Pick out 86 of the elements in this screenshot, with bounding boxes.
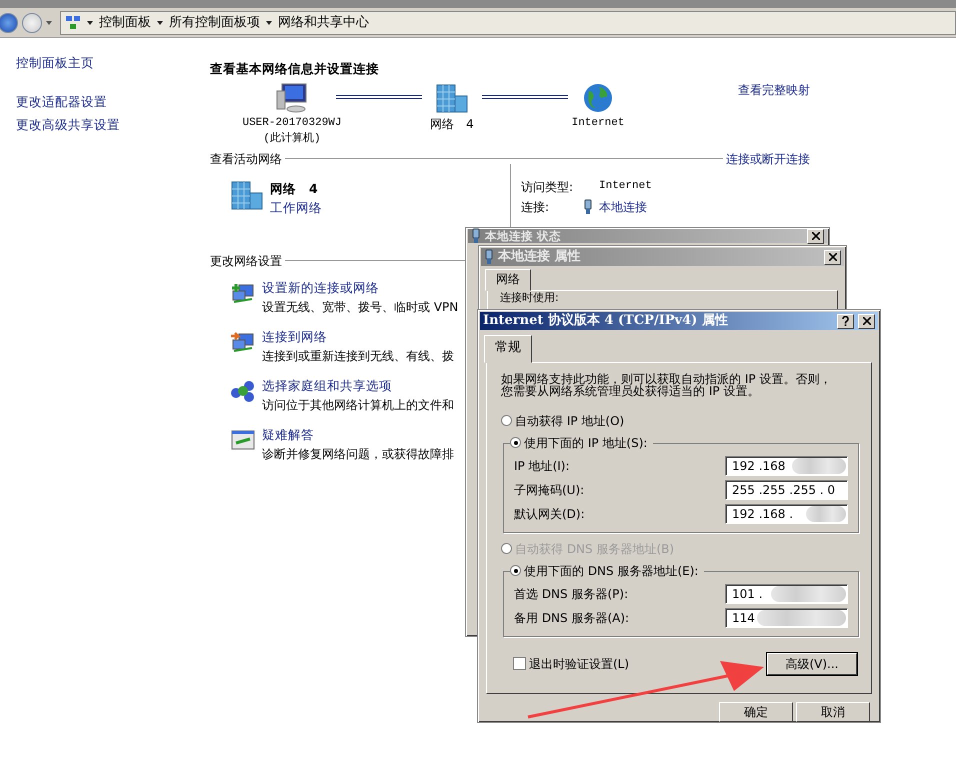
task-description: 访问位于其他网络计算机上的文件和 <box>262 396 454 414</box>
connection-link[interactable]: 本地连接 <box>599 198 647 216</box>
full-map-link[interactable]: 查看完整映射 <box>738 80 810 99</box>
breadcrumb[interactable]: 控制面板 <box>99 12 151 32</box>
radio-label[interactable]: 使用下面的 DNS 服务器地址(E): <box>524 562 698 580</box>
dialog-button[interactable]: 取消 <box>796 702 870 722</box>
sidebar-link[interactable]: 更改适配器设置 <box>16 92 210 112</box>
ip-address-field[interactable]: 192 .168 . <box>725 504 848 524</box>
close-icon <box>862 317 870 325</box>
checkbox[interactable] <box>513 657 526 670</box>
radio-button[interactable] <box>501 415 512 426</box>
network-adapter-icon <box>484 249 494 265</box>
dialog-button[interactable]: 确定 <box>719 702 793 722</box>
page-heading: 查看基本网络信息并设置连接 <box>210 60 380 78</box>
sidebar-link[interactable]: 更改高级共享设置 <box>16 116 210 134</box>
help-icon <box>842 316 849 326</box>
field-label: 子网掩码(U): <box>514 482 584 498</box>
tab[interactable]: 网络 <box>485 269 531 291</box>
ip-address-field[interactable]: 255 .255 .255 . 0 <box>725 480 848 500</box>
description-text: 如果网络支持此功能，则可以获取自动指派的 IP 设置。否则， <box>501 372 832 384</box>
task-link[interactable]: 疑难解答 <box>262 426 454 444</box>
ip-address-field[interactable]: 114 <box>725 608 848 628</box>
field-label: 访问类型: <box>521 178 574 196</box>
close-icon <box>812 232 820 240</box>
network-node-label: (此计算机) <box>263 131 321 148</box>
dropdown-arrow-icon[interactable] <box>157 20 163 24</box>
network-node-label: 网络 4 <box>430 116 474 133</box>
section-heading: 更改网络设置 <box>210 252 282 270</box>
sidebar-link[interactable]: 控制面板主页 <box>16 54 210 73</box>
building-icon <box>435 82 469 113</box>
task-description: 设置无线、宽带、拨号、临时或 VPN <box>262 298 458 316</box>
field-label: IP 地址(I): <box>514 458 570 474</box>
network-adapter-icon <box>471 228 481 244</box>
task-description: 诊断并修复网络问题，或获得故障排 <box>262 446 454 462</box>
breadcrumb[interactable]: 所有控制面板项 <box>169 12 260 32</box>
computer-icon <box>276 82 308 113</box>
task-link[interactable]: 选择家庭组和共享选项 <box>262 376 454 396</box>
ip-address-field[interactable]: 101 . <box>725 584 848 604</box>
building-icon <box>230 180 264 210</box>
breadcrumb[interactable]: 网络和共享中心 <box>278 12 369 32</box>
dialog-title: Internet 协议版本 4 (TCP/IPv4) 属性 <box>483 312 728 330</box>
tab[interactable]: 常规 <box>484 335 532 362</box>
radio-label[interactable]: 自动获得 IP 地址(O) <box>515 412 624 430</box>
network-name: 网络 4 <box>270 180 319 198</box>
field-label: 首选 DNS 服务器(P): <box>514 586 628 602</box>
connect-disconnect-link[interactable]: 连接或断开连接 <box>726 150 810 168</box>
checkbox-label[interactable]: 退出时验证设置(L) <box>529 654 630 672</box>
address-bar[interactable]: 控制面板 所有控制面板项 网络和共享中心 <box>60 10 956 34</box>
section-heading: 查看活动网络 <box>210 150 282 168</box>
help-button[interactable] <box>837 314 854 328</box>
globe-icon <box>583 82 613 113</box>
network-node-label: Internet <box>572 116 624 131</box>
description-text: 您需要从网络系统管理员处获得适当的 IP 设置。 <box>501 384 760 396</box>
close-button[interactable] <box>807 228 824 244</box>
homegroup-icon <box>230 378 256 403</box>
network-node-label: USER-20170329WJ <box>242 116 342 131</box>
field-label: 默认网关(D): <box>514 506 585 522</box>
task-description: 连接到或重新连接到无线、有线、拨 <box>262 348 454 364</box>
redaction-blur <box>806 506 846 522</box>
radio-button[interactable] <box>510 565 521 576</box>
network-type-link[interactable]: 工作网络 <box>270 198 322 218</box>
ip-address-field[interactable]: 192 .168 <box>725 456 848 476</box>
field-label: 备用 DNS 服务器(A): <box>514 610 630 626</box>
radio-button[interactable] <box>510 437 521 448</box>
close-button[interactable] <box>858 314 875 328</box>
dropdown-arrow-icon[interactable] <box>266 20 272 24</box>
dialog-title: 本地连接 状态 <box>485 230 562 242</box>
task-link[interactable]: 连接到网络 <box>262 328 454 346</box>
close-icon <box>828 253 836 261</box>
access-type-value: Internet <box>599 178 652 194</box>
dropdown-arrow-icon[interactable] <box>87 20 93 24</box>
close-button[interactable] <box>824 250 841 264</box>
network-folder-icon <box>65 14 81 30</box>
field-label: 连接: <box>521 198 550 216</box>
radio-label[interactable]: 使用下面的 IP 地址(S): <box>524 434 648 452</box>
troubleshoot-icon <box>230 428 256 452</box>
field-label: 连接时使用: <box>500 291 559 304</box>
back-button[interactable] <box>0 12 18 32</box>
network-arrow-icon <box>230 330 256 354</box>
forward-button[interactable] <box>22 12 42 32</box>
dialog-title: 本地连接 属性 <box>498 248 581 266</box>
redaction-blur <box>792 458 846 474</box>
history-dropdown-icon[interactable] <box>46 20 52 24</box>
task-link[interactable]: 设置新的连接或网络 <box>262 278 458 298</box>
network-adapter-icon <box>583 198 593 215</box>
advanced-button[interactable]: 高级(V)... <box>767 652 857 674</box>
